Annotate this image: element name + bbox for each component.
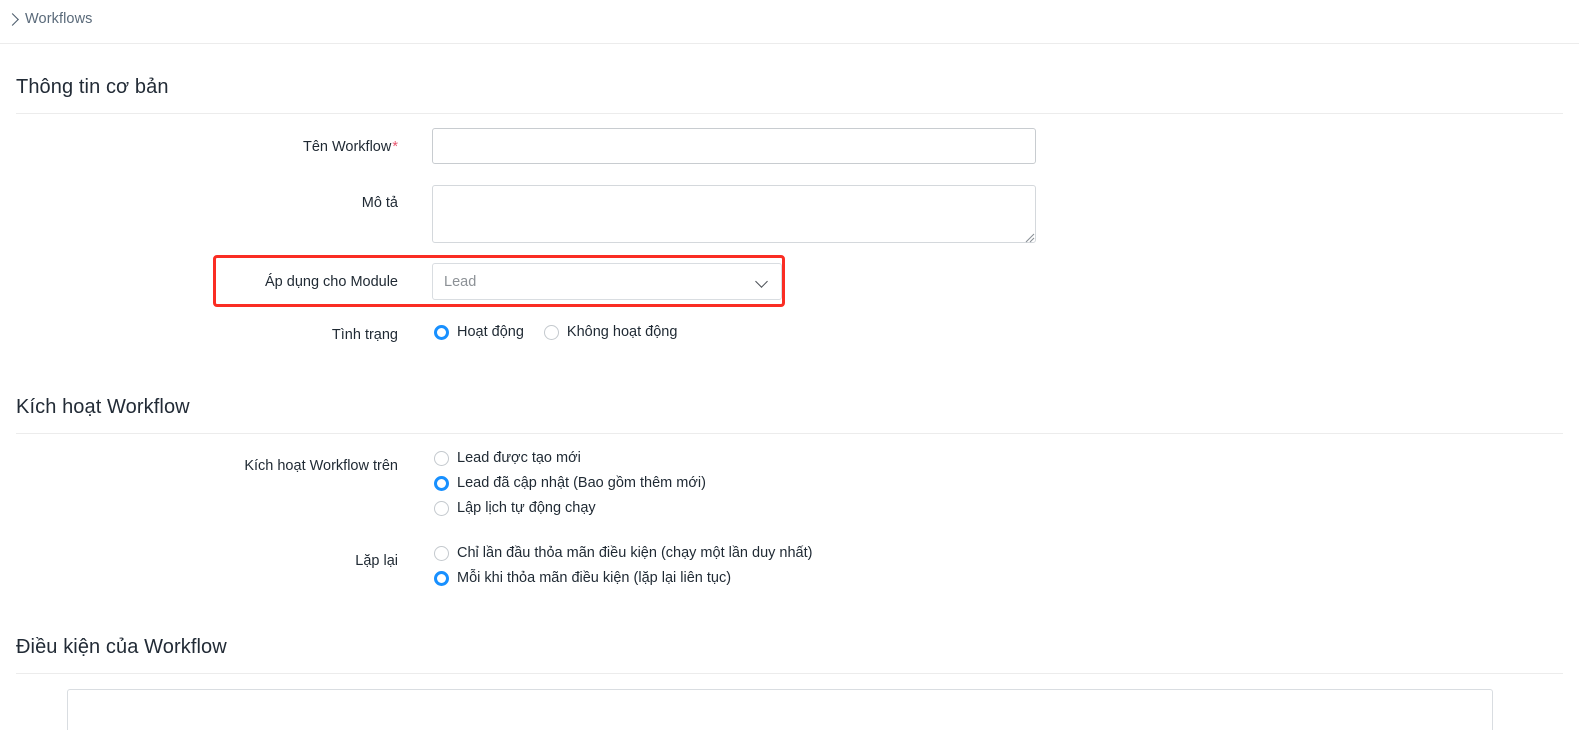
section-title-activate-workflow: Kích hoạt Workflow — [16, 396, 190, 419]
label-description: Mô tả — [178, 195, 398, 211]
radio-label: Lập lịch tự động chạy — [457, 501, 596, 516]
label-workflow-name-text: Tên Workflow — [303, 139, 391, 155]
radio-label: Không hoạt động — [567, 325, 677, 340]
breadcrumb-item-workflows[interactable]: Workflows — [25, 11, 93, 27]
radio-label: Mỗi khi thỏa mãn điều kiện (lặp lại liên… — [457, 571, 731, 586]
apply-to-module-value: Lead — [444, 274, 757, 290]
description-textarea[interactable] — [432, 185, 1036, 243]
radio-indicator — [434, 501, 449, 516]
workflow-form-page: Workflows Thông tin cơ bản Tên Workflow*… — [0, 0, 1579, 730]
trigger-on-radio-group: Lead được tạo mới Lead đã cập nhật (Bao … — [434, 451, 706, 516]
radio-repeat-always[interactable]: Mỗi khi thỏa mãn điều kiện (lặp lại liên… — [434, 571, 812, 586]
radio-label: Hoạt động — [457, 325, 524, 340]
label-trigger-on: Kích hoạt Workflow trên — [138, 458, 398, 474]
radio-indicator — [434, 451, 449, 466]
breadcrumb-bar: Workflows — [0, 0, 1579, 44]
section-divider-activate-workflow — [16, 433, 1563, 434]
required-asterisk: * — [392, 139, 398, 155]
radio-label: Lead đã cập nhật (Bao gồm thêm mới) — [457, 476, 706, 491]
breadcrumb: Workflows — [4, 11, 93, 27]
workflow-name-input[interactable] — [432, 128, 1036, 164]
status-radio-group: Hoạt động Không hoạt động — [434, 325, 677, 340]
section-divider-basic-info — [16, 113, 1563, 114]
radio-label: Chỉ lần đầu thỏa mãn điều kiện (chạy một… — [457, 546, 812, 561]
label-status: Tình trạng — [178, 327, 398, 343]
radio-trigger-created[interactable]: Lead được tạo mới — [434, 451, 706, 466]
label-workflow-name: Tên Workflow* — [178, 139, 398, 155]
radio-status-active[interactable]: Hoạt động — [434, 325, 524, 340]
radio-indicator — [434, 325, 449, 340]
repeat-radio-group: Chỉ lần đầu thỏa mãn điều kiện (chạy một… — [434, 546, 812, 586]
apply-to-module-select[interactable]: Lead — [432, 263, 782, 300]
radio-repeat-once[interactable]: Chỉ lần đầu thỏa mãn điều kiện (chạy một… — [434, 546, 812, 561]
radio-trigger-scheduled[interactable]: Lập lịch tự động chạy — [434, 501, 706, 516]
section-title-basic-info: Thông tin cơ bản — [16, 76, 169, 99]
workflow-condition-panel[interactable] — [67, 689, 1493, 730]
radio-indicator — [544, 325, 559, 340]
radio-trigger-updated[interactable]: Lead đã cập nhật (Bao gồm thêm mới) — [434, 476, 706, 491]
radio-indicator — [434, 476, 449, 491]
section-title-workflow-condition: Điều kiện của Workflow — [16, 636, 227, 659]
radio-indicator — [434, 571, 449, 586]
label-apply-to-module: Áp dụng cho Module — [178, 274, 398, 290]
radio-indicator — [434, 546, 449, 561]
chevron-right-icon — [6, 13, 19, 26]
radio-status-inactive[interactable]: Không hoạt động — [544, 325, 677, 340]
section-divider-workflow-condition — [16, 673, 1563, 674]
chevron-down-icon — [757, 276, 768, 287]
label-repeat: Lặp lại — [138, 553, 398, 569]
radio-label: Lead được tạo mới — [457, 451, 581, 466]
